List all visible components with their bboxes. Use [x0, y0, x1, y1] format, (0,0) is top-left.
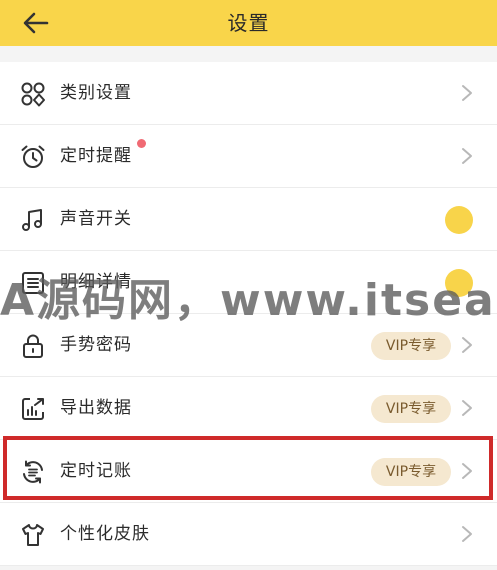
app-header: 设置 — [0, 0, 497, 46]
tshirt-icon — [22, 524, 44, 546]
settings-item-reminder[interactable]: 定时提醒 — [0, 125, 497, 188]
chevron-right-icon — [462, 337, 472, 353]
notification-dot — [137, 139, 146, 148]
category-icon — [21, 82, 45, 107]
music-note-icon — [22, 209, 42, 231]
detail-list-icon — [22, 272, 44, 294]
chevron-right-icon — [462, 148, 472, 164]
settings-item-details: 明细详情 — [0, 251, 497, 314]
scheduled-bookkeeping-icon — [23, 460, 43, 484]
settings-item-label: 定时提醒 — [60, 146, 132, 166]
chevron-right-icon — [462, 85, 472, 101]
settings-item-gesture-password[interactable]: 手势密码 VIP专享 — [0, 314, 497, 377]
page-title: 设置 — [227, 11, 270, 35]
settings-item-category[interactable]: 类别设置 — [0, 62, 497, 125]
vip-badge: VIP专享 — [371, 458, 451, 486]
vip-badge: VIP专享 — [371, 332, 451, 360]
settings-item-label: 明细详情 — [60, 272, 132, 292]
sound-toggle[interactable] — [445, 206, 473, 234]
settings-item-label: 定时记账 — [60, 461, 132, 481]
settings-item-export-data[interactable]: 导出数据 VIP专享 — [0, 377, 497, 440]
settings-item-skin[interactable]: 个性化皮肤 — [0, 503, 497, 566]
chevron-right-icon — [462, 526, 472, 542]
bottom-strip — [0, 566, 497, 570]
settings-list: 类别设置 定时提醒 声音开关 明细详情 手势密码 VIP专享 导出数据 VIP专… — [0, 62, 497, 566]
settings-item-label: 声音开关 — [60, 209, 132, 229]
settings-item-label: 个性化皮肤 — [60, 524, 150, 544]
details-toggle[interactable] — [445, 269, 473, 297]
settings-item-label: 手势密码 — [60, 335, 132, 355]
settings-item-scheduled-bookkeeping[interactable]: 定时记账 VIP专享 — [0, 440, 497, 503]
settings-item-label: 类别设置 — [60, 83, 132, 103]
lock-icon — [23, 334, 43, 358]
chevron-right-icon — [462, 463, 472, 479]
settings-item-sound: 声音开关 — [0, 188, 497, 251]
export-data-icon — [22, 398, 44, 420]
alarm-clock-icon — [21, 145, 45, 168]
chevron-right-icon — [462, 400, 472, 416]
settings-item-label: 导出数据 — [60, 398, 132, 418]
vip-badge: VIP专享 — [371, 395, 451, 423]
